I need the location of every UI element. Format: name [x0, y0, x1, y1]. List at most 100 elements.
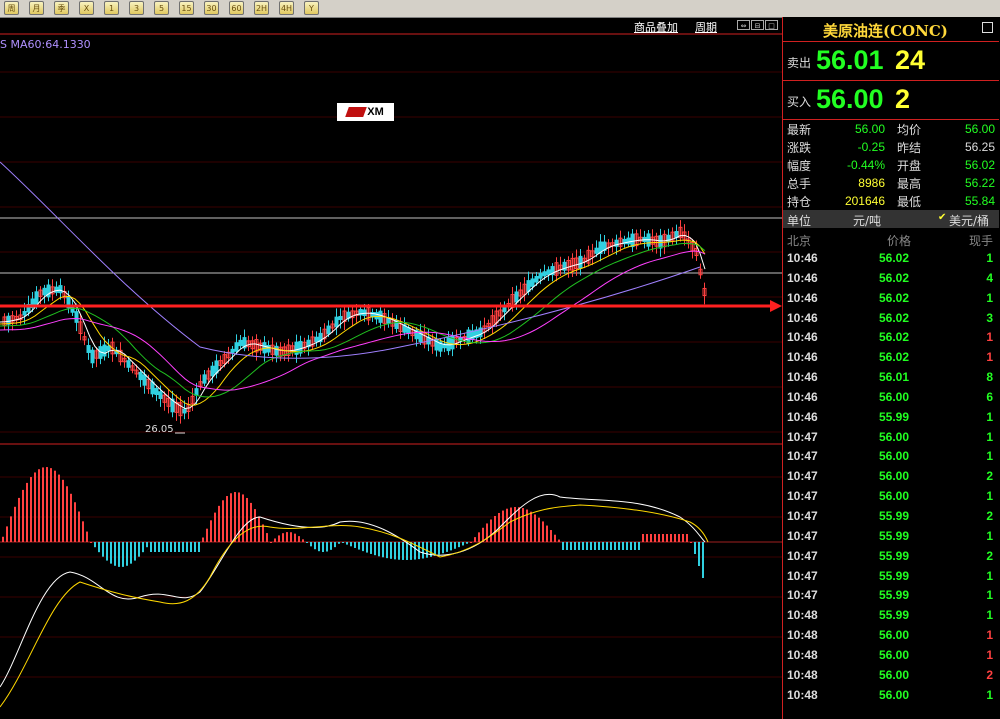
macd-bar [42, 467, 44, 542]
period-button[interactable]: 30 [204, 1, 219, 15]
tick-price: 56.00 [879, 469, 910, 484]
macd-bar [130, 542, 132, 564]
panel-window-icon[interactable] [982, 22, 993, 33]
macd-bar [202, 537, 204, 542]
quote-label: 最低 [897, 195, 922, 209]
tick-price: 56.00 [879, 628, 910, 643]
candle-body [58, 285, 63, 294]
macd-bar [302, 539, 304, 542]
macd-bar [310, 542, 312, 547]
period-button[interactable]: 季 [54, 1, 69, 15]
tick-time: 10:48 [787, 667, 818, 682]
macd-bar [550, 530, 552, 542]
period-menu-link[interactable]: 周期 [695, 19, 717, 35]
macd-bar [570, 542, 572, 550]
macd-bar [318, 542, 320, 552]
period-button[interactable]: 2H [254, 1, 269, 15]
macd-bar [374, 542, 376, 556]
period-button[interactable]: 1 [104, 1, 119, 15]
candle-body [42, 287, 47, 296]
macd-bar [26, 482, 28, 542]
tick-price: 56.02 [879, 270, 910, 285]
unit-usd-option[interactable]: 美元/桶 [949, 212, 989, 229]
period-button[interactable]: 15 [179, 1, 194, 15]
tick-header-time: 北京 [787, 234, 812, 248]
quote-label: 最高 [897, 177, 922, 191]
macd-bar [650, 534, 652, 542]
candle-body [630, 233, 635, 248]
tile-icon[interactable]: ⊟ [751, 20, 764, 30]
tick-time: 10:46 [787, 290, 818, 305]
macd-bar [170, 542, 172, 552]
tick-row: 10:47 56.00 1 [783, 486, 999, 506]
quote-value: -0.25 [857, 140, 885, 154]
macd-bar [554, 534, 556, 542]
macd-bar [330, 542, 332, 550]
tick-time: 10:47 [787, 528, 818, 543]
macd-bar [394, 542, 396, 560]
chart-area[interactable] [0, 17, 782, 719]
period-button[interactable]: 60 [229, 1, 244, 15]
tick-volume: 1 [986, 350, 993, 365]
macd-bar [66, 486, 68, 542]
candle-body [658, 235, 663, 249]
macd-bar [286, 532, 288, 542]
period-button[interactable]: 月 [29, 1, 44, 15]
unit-label: 单位 [787, 214, 812, 228]
period-button[interactable]: 3 [129, 1, 144, 15]
tick-price: 56.00 [879, 429, 910, 444]
tick-time: 10:47 [787, 469, 818, 484]
tick-volume: 1 [986, 449, 993, 464]
period-button[interactable]: 周 [4, 1, 19, 15]
macd-bar [78, 511, 80, 542]
period-button[interactable]: 5 [154, 1, 169, 15]
candle-body [102, 344, 107, 357]
max-icon[interactable]: □ [765, 20, 778, 30]
macd-bar [262, 524, 264, 542]
period-button[interactable]: Y [304, 1, 319, 15]
quote-value: 56.00 [964, 122, 995, 136]
tick-row: 10:48 56.00 1 [783, 625, 999, 645]
macd-bar [246, 497, 248, 542]
tick-volume: 2 [986, 508, 993, 523]
candle-body [334, 316, 339, 328]
unit-cny-option[interactable]: 元/吨 [853, 212, 881, 229]
macd-bar [578, 542, 580, 550]
tick-volume: 8 [986, 370, 993, 385]
overlay-menu-link[interactable]: 商品叠加 [634, 19, 678, 35]
kline-chart[interactable] [0, 17, 782, 719]
macd-bar [606, 542, 608, 550]
macd-bar [590, 542, 592, 550]
tick-row: 10:46 56.02 1 [783, 347, 999, 367]
macd-bar [538, 517, 540, 542]
macd-bar [446, 542, 448, 552]
tick-volume: 1 [986, 608, 993, 623]
candle-body [534, 275, 539, 283]
period-button[interactable]: 4H [279, 1, 294, 15]
candle-body [86, 345, 91, 353]
macd-bar [146, 542, 148, 548]
restore-icon[interactable]: ⇔ [737, 20, 750, 30]
macd-bar [18, 497, 20, 542]
tick-price: 56.02 [879, 350, 910, 365]
macd-bar [186, 542, 188, 552]
macd-bar [494, 515, 496, 542]
tick-list[interactable]: 10:46 56.02 1 10:46 56.02 4 10:46 56.02 1 10:46 56… [783, 248, 999, 704]
sell-label: 卖出 [787, 56, 812, 70]
macd-bar [702, 542, 704, 578]
tick-volume: 1 [986, 568, 993, 583]
tick-volume: 1 [986, 528, 993, 543]
tick-row: 10:48 55.99 1 [783, 605, 999, 625]
macd-bar [114, 542, 116, 566]
period-toolbar: 周月季 X 1 3 5 15 30 60 2H 4H Y [0, 0, 1000, 18]
tick-time: 10:46 [787, 270, 818, 285]
period-button[interactable]: X [79, 1, 94, 15]
macd-bar [2, 536, 4, 542]
macd-bar [654, 534, 656, 542]
macd-bar [518, 507, 520, 542]
tick-price: 56.00 [879, 647, 910, 662]
macd-bar [230, 493, 232, 542]
tick-time: 10:48 [787, 628, 818, 643]
macd-bar [586, 542, 588, 550]
candle-body [362, 309, 367, 317]
